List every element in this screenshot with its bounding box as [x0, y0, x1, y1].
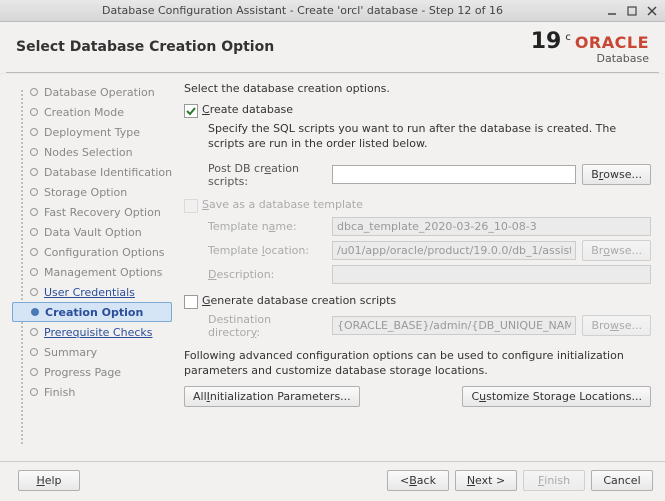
template-name-input: [332, 217, 651, 236]
generate-scripts-checkbox[interactable]: [184, 295, 198, 309]
sidebar-item-database-operation: Database Operation: [12, 82, 178, 102]
close-icon[interactable]: [645, 4, 659, 18]
create-database-checkbox[interactable]: [184, 104, 198, 118]
create-database-label: Create database: [202, 103, 293, 116]
brand-sub: Database: [597, 52, 650, 65]
sidebar-item-management-options: Management Options: [12, 262, 178, 282]
window-title: Database Configuration Assistant - Creat…: [6, 4, 599, 17]
oracle-brand: 19 c ORACLE Database: [531, 29, 649, 65]
content-pane: Select the database creation options. Cr…: [178, 74, 665, 461]
sidebar-item-configuration-options: Configuration Options: [12, 242, 178, 262]
title-bar: Database Configuration Assistant - Creat…: [0, 0, 665, 22]
sidebar-item-database-identification: Database Identification: [12, 162, 178, 182]
finish-button: Finish: [523, 470, 585, 491]
sidebar-item-creation-mode: Creation Mode: [12, 102, 178, 122]
maximize-icon[interactable]: [625, 4, 639, 18]
post-script-label: Post DB creation scripts:: [208, 162, 326, 188]
brand-suffix: c: [565, 32, 571, 43]
wizard-sidebar: Database Operation Creation Mode Deploym…: [0, 74, 178, 461]
create-database-desc: Specify the SQL scripts you want to run …: [208, 122, 651, 152]
template-location-input: [332, 241, 576, 260]
description-input: [332, 265, 651, 284]
sidebar-item-finish: Finish: [12, 382, 178, 402]
post-script-browse-button[interactable]: Browse...: [582, 164, 651, 185]
sidebar-item-storage-option: Storage Option: [12, 182, 178, 202]
sidebar-item-creation-option[interactable]: Creation Option: [12, 302, 172, 322]
intro-text: Select the database creation options.: [184, 82, 651, 95]
post-script-input[interactable]: [332, 165, 576, 184]
save-template-label: Save as a database template: [202, 198, 363, 211]
brand-name: ORACLE: [575, 33, 649, 52]
sidebar-item-nodes-selection: Nodes Selection: [12, 142, 178, 162]
brand-version: 19: [531, 29, 562, 54]
cancel-button[interactable]: Cancel: [591, 470, 653, 491]
generate-scripts-label: Generate database creation scripts: [202, 294, 396, 307]
page-header: Select Database Creation Option 19 c ORA…: [0, 22, 665, 72]
save-template-checkbox: [184, 199, 198, 213]
sidebar-item-user-credentials[interactable]: User Credentials: [12, 282, 178, 302]
sidebar-item-prerequisite-checks[interactable]: Prerequisite Checks: [12, 322, 178, 342]
wizard-footer: Help < Back Next > Finish Cancel: [0, 461, 665, 499]
sidebar-item-summary: Summary: [12, 342, 178, 362]
template-name-label: Template name:: [208, 220, 326, 233]
template-location-browse-button: Browse...: [582, 240, 651, 261]
sidebar-item-deployment-type: Deployment Type: [12, 122, 178, 142]
dest-dir-label: Destination directory:: [208, 313, 326, 339]
minimize-icon[interactable]: [605, 4, 619, 18]
template-location-label: Template location:: [208, 244, 326, 257]
help-button[interactable]: Help: [18, 470, 80, 491]
sidebar-item-progress-page: Progress Page: [12, 362, 178, 382]
all-init-params-button[interactable]: All Initialization Parameters...: [184, 386, 360, 407]
page-title: Select Database Creation Option: [16, 39, 531, 55]
description-label: Description:: [208, 268, 326, 281]
sidebar-item-data-vault-option: Data Vault Option: [12, 222, 178, 242]
next-button[interactable]: Next >: [455, 470, 517, 491]
customize-storage-button[interactable]: Customize Storage Locations...: [462, 386, 651, 407]
back-button[interactable]: < Back: [387, 470, 449, 491]
dest-dir-browse-button: Browse...: [582, 315, 651, 336]
sidebar-item-fast-recovery-option: Fast Recovery Option: [12, 202, 178, 222]
advanced-note: Following advanced configuration options…: [184, 349, 651, 379]
dest-dir-input: [332, 316, 576, 335]
